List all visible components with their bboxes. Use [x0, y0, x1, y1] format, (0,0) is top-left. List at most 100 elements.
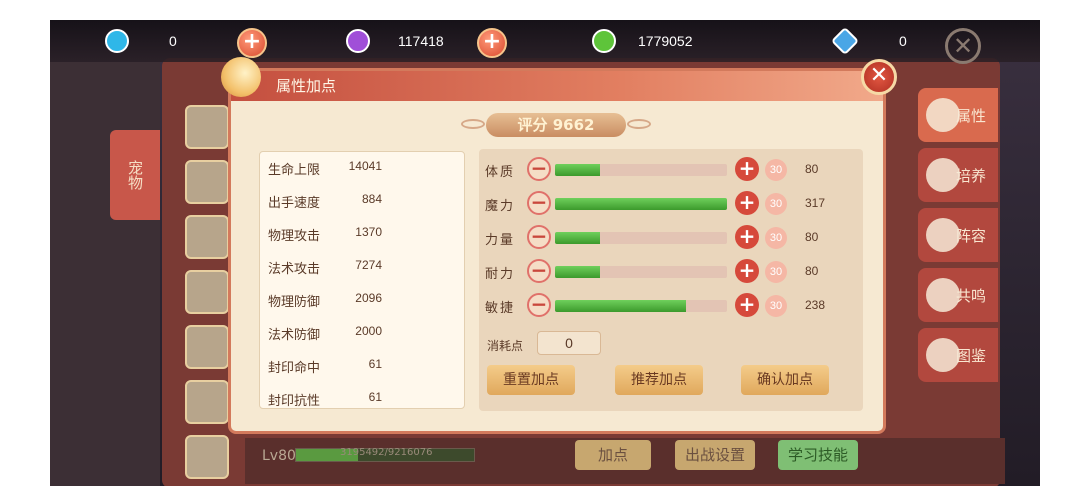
attribute-label: 魔力: [485, 199, 516, 214]
pet-thumbnail[interactable]: [185, 435, 229, 479]
close-icon[interactable]: ✕: [945, 28, 981, 64]
increase-button[interactable]: +: [735, 259, 759, 283]
attribute-label: 体质: [485, 165, 516, 180]
tab-training[interactable]: 培养: [918, 148, 998, 202]
currency-value: 0: [169, 33, 177, 49]
stat-value: 2000: [355, 324, 382, 338]
score-wing-right: [627, 119, 651, 129]
stat-row: 物理防御 2096: [260, 284, 466, 316]
stat-value: 1370: [355, 225, 382, 239]
codex-tab-icon: [926, 338, 960, 372]
tab-attributes[interactable]: 属性: [918, 88, 998, 142]
stat-label: 法术攻击: [268, 262, 321, 277]
right-tab-column: 属性 培养 阵容 共鸣 图鉴: [918, 88, 998, 388]
add-currency-button[interactable]: +: [477, 28, 507, 58]
score-plate: 评分 9662: [486, 113, 626, 137]
learn-skill-button[interactable]: 学习技能: [778, 440, 858, 470]
stat-label: 物理攻击: [268, 229, 321, 244]
score-banner: 评分 9662: [461, 111, 651, 141]
attribute-value: 80: [805, 162, 819, 176]
attributes-tab-icon: [926, 98, 960, 132]
score-wing-left: [461, 119, 485, 129]
stats-panel: 生命上限 14041 出手速度 884 物理攻击 1370 法术攻击 7274 物理防御…: [259, 151, 465, 409]
attribute-value: 80: [805, 230, 819, 244]
cost-label: 消耗点: [487, 339, 524, 353]
reset-points-button[interactable]: 重置加点: [487, 365, 575, 395]
attribute-value: 238: [805, 298, 826, 312]
stat-row: 封印抗性 61: [260, 383, 466, 415]
attribute-slider[interactable]: [555, 232, 727, 244]
attribute-slider[interactable]: [555, 266, 727, 278]
tab-label: 共鸣: [955, 286, 986, 305]
increase-button[interactable]: +: [735, 293, 759, 317]
stat-row: 法术防御 2000: [260, 317, 466, 349]
add-points-button[interactable]: 加点: [575, 440, 651, 470]
decrease-button[interactable]: −: [527, 259, 551, 283]
decrease-button[interactable]: −: [527, 191, 551, 215]
attribute-slider-fill: [555, 266, 600, 278]
attribute-row: 力量 − + 30 80: [479, 223, 863, 253]
moon-ornament-icon: [221, 57, 261, 97]
tab-label: 图鉴: [955, 346, 986, 365]
attribute-value: 80: [805, 264, 819, 278]
attribute-allocation-panel: 体质 − + 30 80 魔力 − + 30 317 力量 − + 30 80 …: [479, 149, 863, 411]
attribute-row: 魔力 − + 30 317: [479, 189, 863, 219]
stat-row: 出手速度 884: [260, 185, 466, 217]
stat-value: 2096: [355, 291, 382, 305]
tab-label: 阵容: [955, 226, 986, 245]
recommend-points-button[interactable]: 推荐加点: [615, 365, 703, 395]
decrease-button[interactable]: −: [527, 157, 551, 181]
blue-gem-icon: [105, 29, 129, 53]
points-badge: 30: [765, 295, 787, 317]
stat-label: 封印抗性: [268, 394, 321, 409]
stat-label: 生命上限: [268, 163, 321, 178]
pet-thumbnail[interactable]: [185, 325, 229, 369]
decrease-button[interactable]: −: [527, 293, 551, 317]
attribute-slider[interactable]: [555, 198, 727, 210]
training-tab-icon: [926, 158, 960, 192]
tab-resonance[interactable]: 共鸣: [918, 268, 998, 322]
battle-settings-button[interactable]: 出战设置: [675, 440, 755, 470]
increase-button[interactable]: +: [735, 157, 759, 181]
stat-label: 法术防御: [268, 328, 321, 343]
diamond-icon: [830, 26, 860, 56]
stat-row: 法术攻击 7274: [260, 251, 466, 283]
attribute-row: 敏捷 − + 30 238: [479, 291, 863, 321]
resonance-tab-icon: [926, 278, 960, 312]
lineup-tab-icon: [926, 218, 960, 252]
pet-thumbnail[interactable]: [185, 105, 229, 149]
attribute-slider-fill: [555, 232, 600, 244]
attribute-slider-fill: [555, 198, 727, 210]
attribute-label: 敏捷: [485, 301, 516, 316]
pet-thumbnail[interactable]: [185, 160, 229, 204]
pet-thumbnail[interactable]: [185, 215, 229, 259]
stat-label: 封印命中: [268, 361, 321, 376]
points-badge: 30: [765, 227, 787, 249]
pet-list-panel: [50, 62, 160, 486]
increase-button[interactable]: +: [735, 191, 759, 215]
confirm-points-button[interactable]: 确认加点: [741, 365, 829, 395]
stat-label: 物理防御: [268, 295, 321, 310]
stat-value: 884: [361, 192, 382, 206]
tab-lineup[interactable]: 阵容: [918, 208, 998, 262]
add-currency-button[interactable]: +: [237, 28, 267, 58]
cost-value: 0: [537, 331, 601, 355]
stat-label: 出手速度: [268, 196, 321, 211]
stat-value: 14041: [348, 159, 382, 173]
green-gem-icon: [592, 29, 616, 53]
tab-pet[interactable]: 宠物: [110, 130, 160, 220]
decrease-button[interactable]: −: [527, 225, 551, 249]
attribute-slider[interactable]: [555, 300, 727, 312]
tab-codex[interactable]: 图鉴: [918, 328, 998, 382]
attribute-label: 力量: [485, 233, 516, 248]
exp-text: 3195492/9216076: [340, 447, 433, 458]
pet-thumbnail[interactable]: [185, 270, 229, 314]
attribute-slider[interactable]: [555, 164, 727, 176]
attribute-row: 体质 − + 30 80: [479, 155, 863, 185]
pet-thumbnail[interactable]: [185, 380, 229, 424]
close-dialog-button[interactable]: ✕: [861, 59, 897, 95]
dialog-title: 属性加点: [276, 77, 337, 95]
stat-value: 7274: [355, 258, 382, 272]
attribute-points-dialog: 属性加点 ✕ 评分 9662 生命上限 14041 出手速度 884 物理攻击 137…: [221, 57, 897, 434]
increase-button[interactable]: +: [735, 225, 759, 249]
